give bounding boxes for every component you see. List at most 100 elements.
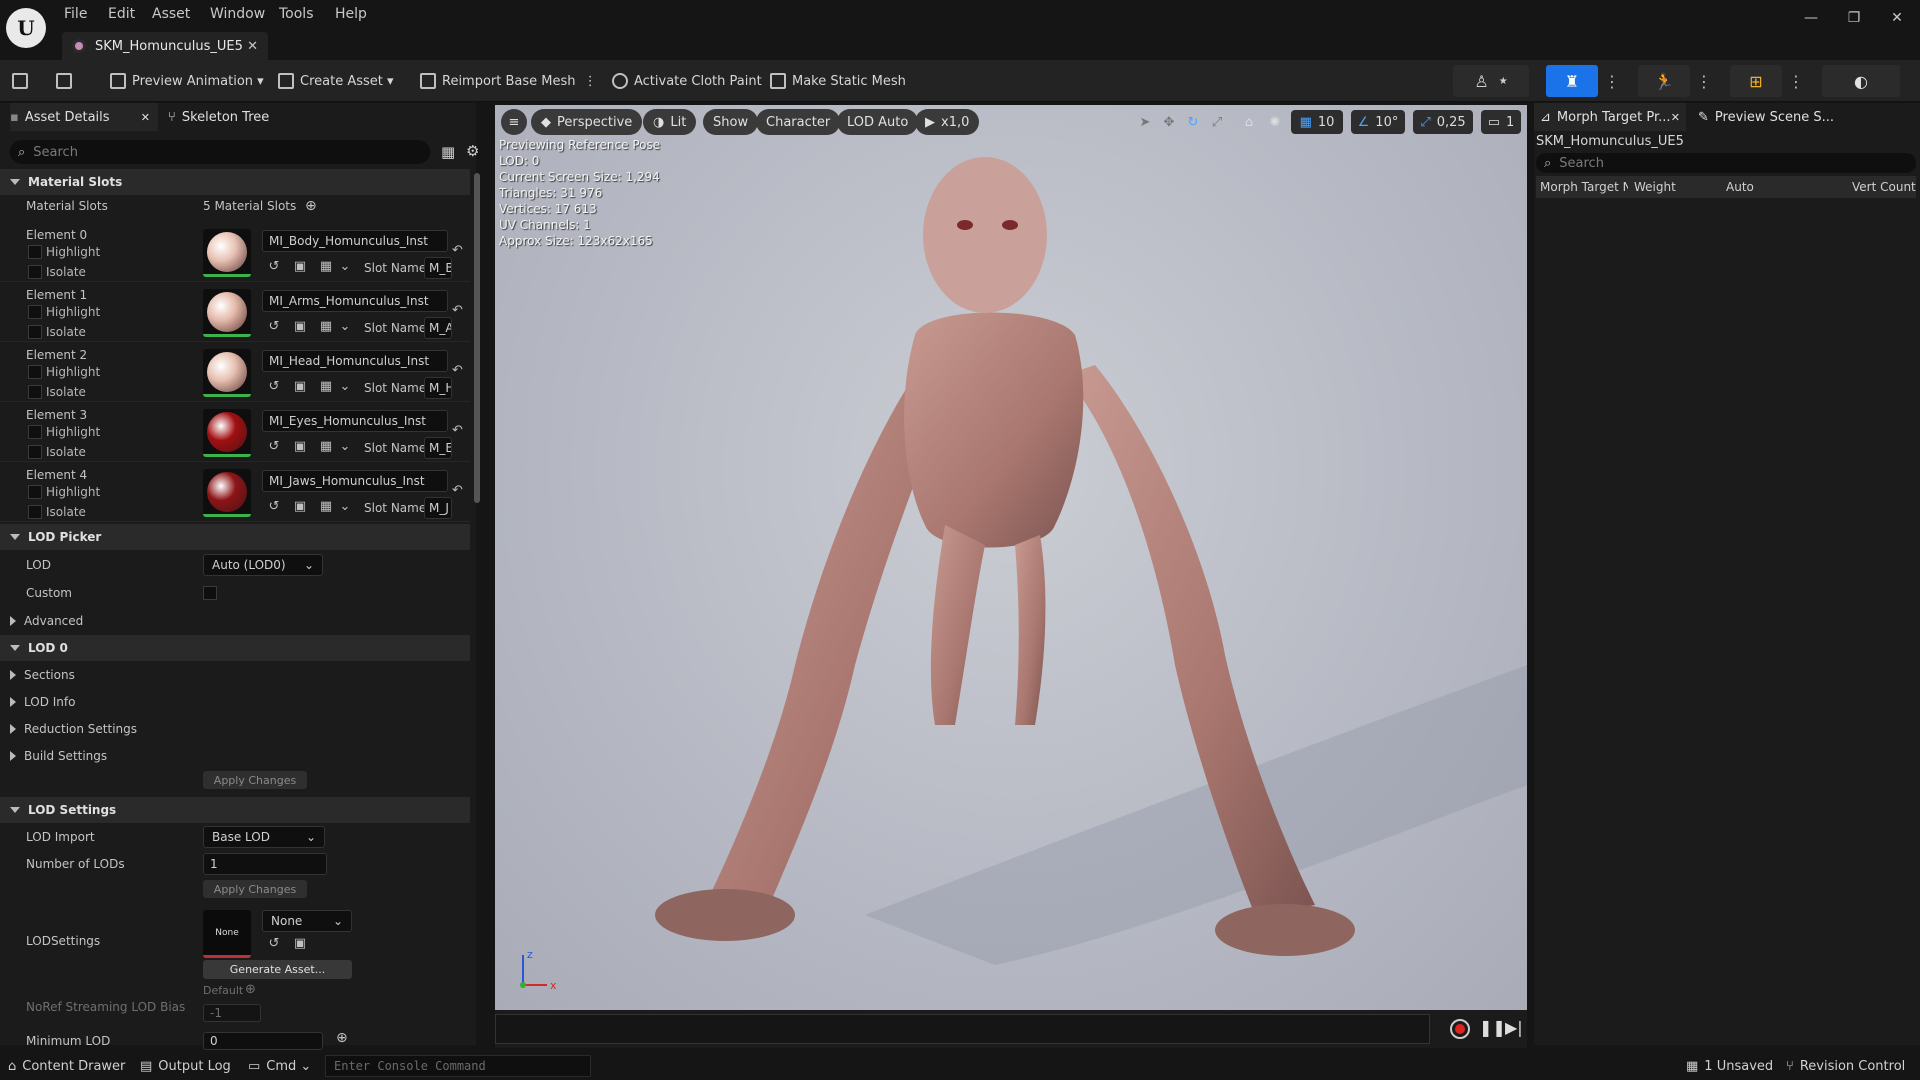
- close-tab-icon[interactable]: ✕: [141, 111, 150, 124]
- unreal-logo-icon[interactable]: U: [6, 8, 46, 48]
- tab-morph-target-preview[interactable]: ⊿ Morph Target Pr... ✕: [1534, 103, 1686, 131]
- cmd-button[interactable]: ▭ Cmd ⌄: [248, 1055, 311, 1077]
- revision-control-button[interactable]: ⑂ Revision Control: [1786, 1055, 1905, 1077]
- use-selected-icon[interactable]: ↺: [266, 259, 282, 275]
- isolate-checkbox[interactable]: [28, 505, 42, 519]
- material-name-field[interactable]: MI_Head_Homunculus_Inst: [262, 350, 448, 372]
- material-name-field[interactable]: MI_Eyes_Homunculus_Inst: [262, 410, 448, 432]
- physics-editor-mode-button[interactable]: ◐: [1822, 65, 1900, 97]
- view-options-icon[interactable]: ▦: [441, 143, 455, 161]
- unsaved-button[interactable]: ▦ 1 Unsaved: [1686, 1055, 1773, 1077]
- minimize-icon[interactable]: —: [1800, 10, 1822, 30]
- highlight-checkbox[interactable]: [28, 305, 42, 319]
- use-selected-icon[interactable]: ↺: [266, 936, 282, 952]
- material-thumbnail[interactable]: [203, 469, 251, 517]
- chevron-down-icon[interactable]: ⌄: [337, 379, 353, 395]
- isolate-checkbox[interactable]: [28, 385, 42, 399]
- angle-snap-button[interactable]: ∠ 10°: [1351, 110, 1405, 134]
- add-platform-override-icon[interactable]: ⊕: [336, 1030, 348, 1046]
- material-name-field[interactable]: MI_Jaws_Homunculus_Inst: [262, 470, 448, 492]
- lod-auto-button[interactable]: LOD Auto: [837, 109, 919, 135]
- material-options-icon[interactable]: ▦: [318, 319, 334, 335]
- document-tab[interactable]: SKM_Homunculus_UE5 ✕: [62, 32, 268, 60]
- material-options-icon[interactable]: ▦: [318, 439, 334, 455]
- isolate-checkbox[interactable]: [28, 265, 42, 279]
- material-options-icon[interactable]: ▦: [318, 499, 334, 515]
- preview-viewport[interactable]: ≡ ◆ Perspective ◑ Lit Show Character LOD A…: [495, 105, 1527, 1010]
- lodsettings-dropdown[interactable]: None ⌄: [262, 910, 352, 932]
- blueprint-editor-mode-button[interactable]: ⊞: [1730, 65, 1782, 97]
- advanced-row[interactable]: Advanced: [0, 611, 470, 631]
- column-auto[interactable]: Auto: [1726, 180, 1754, 194]
- output-log-button[interactable]: ▤ Output Log: [140, 1055, 231, 1077]
- browse-icon[interactable]: [56, 68, 78, 94]
- build-settings-row[interactable]: Build Settings: [0, 746, 470, 766]
- isolate-checkbox[interactable]: [28, 325, 42, 339]
- animation-mode-options-icon[interactable]: ⋮: [1694, 65, 1714, 97]
- menu-file[interactable]: File: [64, 6, 87, 24]
- use-selected-icon[interactable]: ↺: [266, 499, 282, 515]
- menu-help[interactable]: Help: [335, 6, 367, 24]
- menu-asset[interactable]: Asset: [152, 6, 190, 24]
- viewport-menu-icon[interactable]: ≡: [501, 109, 527, 135]
- grid-snap-button[interactable]: ▦ 10: [1291, 110, 1343, 134]
- use-selected-icon[interactable]: ↺: [266, 439, 282, 455]
- lod-info-row[interactable]: LOD Info: [0, 692, 470, 712]
- close-window-icon[interactable]: ✕: [1886, 10, 1908, 30]
- menu-window[interactable]: Window: [210, 6, 265, 24]
- console-command-input[interactable]: Enter Console Command: [325, 1055, 591, 1077]
- browse-asset-icon[interactable]: ▣: [292, 259, 308, 275]
- reset-to-default-icon[interactable]: ↶: [452, 363, 463, 378]
- reset-to-default-icon[interactable]: ↶: [452, 483, 463, 498]
- slot-name-input[interactable]: M_B: [424, 257, 452, 279]
- tab-asset-details[interactable]: ▪ Asset Details ✕: [10, 103, 158, 131]
- content-drawer-button[interactable]: ⌂ Content Drawer: [8, 1055, 125, 1077]
- translate-tool-icon[interactable]: ✥: [1157, 110, 1181, 134]
- chevron-down-icon[interactable]: ⌄: [337, 439, 353, 455]
- material-thumbnail[interactable]: [203, 289, 251, 337]
- select-tool-icon[interactable]: ➤: [1133, 110, 1157, 134]
- browse-asset-icon[interactable]: ▣: [292, 936, 308, 952]
- section-material-slots[interactable]: Material Slots: [0, 169, 470, 195]
- menu-tools[interactable]: Tools: [279, 6, 314, 24]
- lod-dropdown[interactable]: Auto (LOD0) ⌄: [203, 554, 323, 576]
- close-tab-icon[interactable]: ✕: [247, 39, 258, 54]
- sections-row[interactable]: Sections: [0, 665, 470, 685]
- morph-search-input[interactable]: ⌕ Search: [1536, 153, 1916, 173]
- slot-name-input[interactable]: M_J: [424, 497, 452, 519]
- blueprint-mode-options-icon[interactable]: ⋮: [1786, 65, 1806, 97]
- timeline-track[interactable]: [495, 1014, 1430, 1044]
- surface-snap-icon[interactable]: ⌂: [1237, 110, 1261, 134]
- noref-streaming-input[interactable]: -1: [203, 1004, 261, 1022]
- custom-checkbox[interactable]: [203, 586, 217, 600]
- material-thumbnail[interactable]: [203, 349, 251, 397]
- step-forward-button[interactable]: ▶|: [1505, 1018, 1523, 1037]
- section-lod-settings[interactable]: LOD Settings: [0, 797, 470, 823]
- restore-icon[interactable]: ❐: [1843, 10, 1865, 30]
- apply-changes-button[interactable]: Apply Changes: [203, 771, 307, 789]
- show-button[interactable]: Show: [703, 109, 759, 135]
- make-static-mesh-button[interactable]: Make Static Mesh: [770, 68, 906, 94]
- details-search-input[interactable]: ⌕ Search: [10, 140, 430, 164]
- browse-asset-icon[interactable]: ▣: [292, 439, 308, 455]
- details-scrollbar[interactable]: [474, 173, 480, 503]
- preview-animation-button[interactable]: Preview Animation ▾: [110, 68, 264, 94]
- tab-skeleton-tree[interactable]: ⑂ Skeleton Tree: [168, 103, 298, 131]
- material-name-field[interactable]: MI_Arms_Homunculus_Inst: [262, 290, 448, 312]
- add-slot-icon[interactable]: ⊕: [305, 198, 317, 214]
- browse-asset-icon[interactable]: ▣: [292, 319, 308, 335]
- isolate-checkbox[interactable]: [28, 445, 42, 459]
- lodsettings-thumbnail[interactable]: None: [203, 910, 251, 958]
- column-weight[interactable]: Weight: [1634, 180, 1676, 194]
- use-selected-icon[interactable]: ↺: [266, 319, 282, 335]
- section-lod0[interactable]: LOD 0: [0, 635, 470, 661]
- reduction-settings-row[interactable]: Reduction Settings: [0, 719, 470, 739]
- lod-import-dropdown[interactable]: Base LOD ⌄: [203, 826, 325, 848]
- column-vert-count[interactable]: Vert Count: [1852, 180, 1916, 194]
- add-override-icon[interactable]: ⊕: [245, 982, 256, 997]
- highlight-checkbox[interactable]: [28, 365, 42, 379]
- use-selected-icon[interactable]: ↺: [266, 379, 282, 395]
- browse-asset-icon[interactable]: ▣: [292, 499, 308, 515]
- lit-button[interactable]: ◑ Lit: [643, 109, 697, 135]
- number-of-lods-input[interactable]: 1: [203, 853, 327, 875]
